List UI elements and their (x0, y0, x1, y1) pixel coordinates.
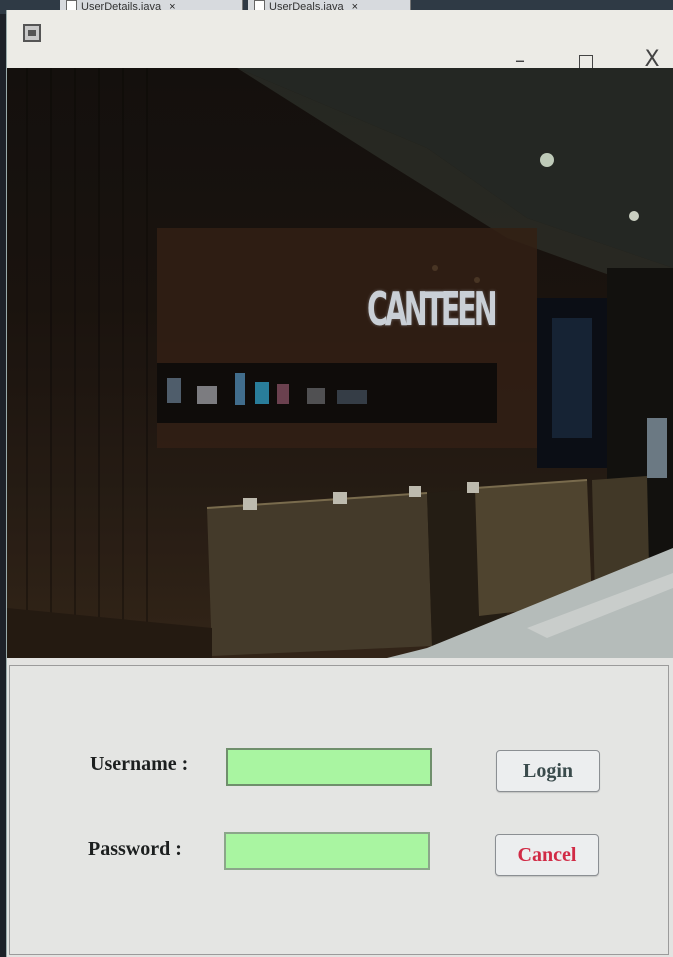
username-label: Username : (90, 753, 189, 775)
canteen-sign: CANTEEN (367, 282, 498, 336)
maximize-icon (579, 54, 593, 69)
login-window: – X CANTEEN Username: Login Password: … (6, 10, 673, 957)
window-titlebar[interactable]: – X (7, 10, 673, 72)
canteen-photo: CANTEEN (7, 68, 673, 658)
login-button[interactable]: Login (496, 750, 600, 792)
login-form: Username : Login Password : Cancel (9, 665, 669, 955)
password-input[interactable] (224, 832, 430, 870)
cancel-button[interactable]: Cancel (495, 834, 599, 876)
password-label: Password : (88, 838, 182, 860)
app-window-icon (23, 24, 41, 42)
username-input[interactable] (226, 748, 432, 786)
canteen-photo-art (7, 68, 673, 658)
